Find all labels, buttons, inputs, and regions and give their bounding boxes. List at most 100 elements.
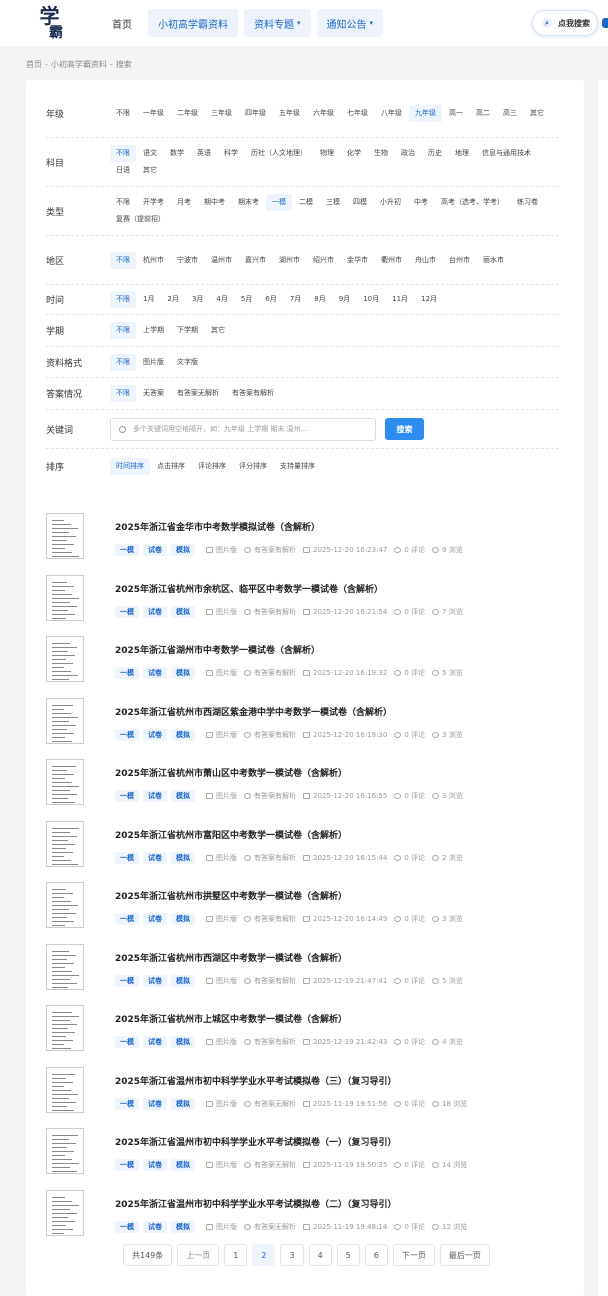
breadcrumb-item[interactable]: 首页 bbox=[26, 60, 42, 69]
document-thumbnail[interactable] bbox=[46, 513, 84, 559]
filter-option-grade[interactable]: 六年级 bbox=[307, 105, 340, 122]
item-tag[interactable]: 一模 bbox=[115, 1159, 139, 1171]
item-title-link[interactable]: 2025年浙江省杭州市西湖区紫金港中学中考数学一模试卷（含解析） bbox=[115, 707, 463, 720]
filter-option-time[interactable]: 4月 bbox=[210, 291, 233, 308]
pagination-page[interactable]: 5 bbox=[336, 1244, 360, 1266]
item-tag[interactable]: 模拟 bbox=[171, 851, 195, 864]
pagination-page[interactable]: 2 bbox=[252, 1244, 276, 1266]
filter-option-answer[interactable]: 有答案无解析 bbox=[171, 385, 225, 402]
filter-option-region[interactable]: 金华市 bbox=[341, 252, 374, 269]
breadcrumb-item[interactable]: 小初高学霸资料 bbox=[51, 60, 107, 69]
filter-option-subject[interactable]: 化学 bbox=[341, 145, 367, 162]
item-tag[interactable]: 试卷 bbox=[143, 1097, 167, 1110]
item-tag[interactable]: 一模 bbox=[115, 1097, 139, 1110]
item-title-link[interactable]: 2025年浙江省温州市初中科学学业水平考试模拟卷（三）（复习导引） bbox=[115, 1076, 467, 1089]
filter-option-sort[interactable]: 点击排序 bbox=[151, 458, 191, 475]
item-tag[interactable]: 模拟 bbox=[171, 1159, 195, 1171]
item-title-link[interactable]: 2025年浙江省杭州市上城区中考数学一模试卷（含解析） bbox=[115, 1014, 463, 1027]
document-thumbnail[interactable] bbox=[46, 1189, 84, 1236]
filter-option-type[interactable]: 高考（选考、学考） bbox=[435, 194, 510, 211]
filter-option-type[interactable]: 期末考 bbox=[232, 194, 265, 211]
item-title-link[interactable]: 2025年浙江省杭州市西湖区中考数学一模试卷（含解析） bbox=[115, 953, 463, 966]
filter-option-type[interactable]: 二模 bbox=[293, 194, 319, 211]
filter-option-time[interactable]: 7月 bbox=[284, 291, 307, 308]
document-thumbnail[interactable] bbox=[46, 882, 84, 928]
filter-option-grade[interactable]: 高三 bbox=[497, 105, 523, 122]
item-title-link[interactable]: 2025年浙江省杭州市拱墅区中考数学一模试卷（含解析） bbox=[115, 891, 463, 904]
nav-materials[interactable]: 小初高学霸资料 bbox=[148, 9, 238, 37]
filter-option-type[interactable]: 三模 bbox=[320, 194, 346, 211]
filter-option-time[interactable]: 8月 bbox=[308, 291, 331, 308]
pagination-next[interactable]: 下一页 bbox=[392, 1244, 435, 1266]
filter-option-region[interactable]: 湖州市 bbox=[273, 252, 306, 269]
item-tag[interactable]: 试卷 bbox=[143, 1036, 167, 1048]
filter-option-grade[interactable]: 九年级 bbox=[409, 105, 442, 122]
filter-option-subject[interactable]: 政治 bbox=[395, 145, 421, 162]
filter-option-subject[interactable]: 其它 bbox=[137, 162, 163, 179]
filter-option-answer[interactable]: 无答案 bbox=[137, 385, 170, 402]
filter-option-region[interactable]: 温州市 bbox=[205, 252, 238, 269]
item-tag[interactable]: 模拟 bbox=[171, 974, 195, 987]
filter-option-subject[interactable]: 日语 bbox=[110, 162, 136, 179]
filter-option-subject[interactable]: 地理 bbox=[449, 145, 475, 162]
filter-option-type[interactable]: 开学考 bbox=[137, 194, 170, 211]
filter-option-region[interactable]: 不限 bbox=[110, 251, 136, 269]
filter-option-type[interactable]: 一模 bbox=[266, 194, 292, 211]
filter-option-type[interactable]: 练习卷 bbox=[511, 194, 544, 211]
filter-option-grade[interactable]: 其它 bbox=[524, 105, 550, 122]
keyword-search-button[interactable]: 搜索 bbox=[385, 418, 424, 440]
filter-option-grade[interactable]: 三年级 bbox=[205, 105, 238, 122]
pagination-page[interactable]: 4 bbox=[308, 1244, 332, 1266]
filter-option-region[interactable]: 舟山市 bbox=[409, 252, 442, 269]
pagination-last[interactable]: 最后一页 bbox=[439, 1244, 490, 1266]
filter-option-sort[interactable]: 评论排序 bbox=[192, 458, 232, 475]
pagination-page[interactable]: 6 bbox=[364, 1244, 388, 1266]
nav-home[interactable]: 首页 bbox=[102, 9, 142, 37]
filter-option-term[interactable]: 下学期 bbox=[171, 322, 204, 339]
filter-option-grade[interactable]: 高一 bbox=[443, 105, 469, 122]
item-tag[interactable]: 一模 bbox=[115, 974, 139, 987]
filter-option-grade[interactable]: 二年级 bbox=[171, 105, 204, 122]
filter-option-format[interactable]: 图片版 bbox=[137, 354, 170, 371]
item-title-link[interactable]: 2025年浙江省金华市中考数学模拟试卷（含解析） bbox=[115, 522, 463, 535]
item-tag[interactable]: 试卷 bbox=[143, 728, 167, 741]
document-thumbnail[interactable] bbox=[46, 759, 84, 805]
filter-option-grade[interactable]: 七年级 bbox=[341, 105, 374, 122]
item-title-link[interactable]: 2025年浙江省杭州市余杭区、临平区中考数学一模试卷（含解析） bbox=[115, 584, 463, 597]
filter-option-grade[interactable]: 不限 bbox=[110, 105, 136, 122]
filter-option-subject[interactable]: 英语 bbox=[191, 145, 217, 162]
filter-option-answer[interactable]: 不限 bbox=[110, 385, 136, 402]
filter-option-term[interactable]: 其它 bbox=[205, 322, 231, 339]
item-tag[interactable]: 模拟 bbox=[171, 605, 195, 618]
item-tag[interactable]: 试卷 bbox=[143, 851, 167, 864]
pagination-page[interactable]: 1 bbox=[224, 1244, 248, 1266]
item-tag[interactable]: 试卷 bbox=[143, 667, 167, 679]
filter-option-type[interactable]: 中考 bbox=[408, 194, 434, 211]
item-title-link[interactable]: 2025年浙江省湖州市中考数学一模试卷（含解析） bbox=[115, 645, 463, 658]
filter-option-type[interactable]: 不限 bbox=[110, 194, 136, 211]
filter-option-format[interactable]: 文字版 bbox=[171, 354, 204, 371]
filter-option-region[interactable]: 绍兴市 bbox=[307, 252, 340, 269]
filter-option-time[interactable]: 3月 bbox=[186, 291, 209, 308]
item-title-link[interactable]: 2025年浙江省温州市初中科学学业水平考试模拟卷（二）（复习导引） bbox=[115, 1199, 467, 1212]
item-tag[interactable]: 试卷 bbox=[143, 1159, 167, 1171]
filter-option-grade[interactable]: 一年级 bbox=[137, 105, 170, 122]
filter-option-subject[interactable]: 科学 bbox=[218, 145, 244, 162]
header-search-button[interactable]: ⌕ 点我搜索 bbox=[532, 10, 598, 36]
filter-option-grade[interactable]: 八年级 bbox=[375, 105, 408, 122]
filter-option-subject[interactable]: 语文 bbox=[137, 145, 163, 162]
item-tag[interactable]: 试卷 bbox=[143, 605, 167, 618]
filter-option-time[interactable]: 不限 bbox=[110, 291, 136, 308]
filter-option-type[interactable]: 月考 bbox=[171, 194, 197, 211]
filter-option-subject[interactable]: 生物 bbox=[368, 145, 394, 162]
pagination-prev[interactable]: 上一页 bbox=[177, 1244, 220, 1266]
filter-option-subject[interactable]: 历史 bbox=[422, 145, 448, 162]
document-thumbnail[interactable] bbox=[46, 820, 84, 867]
filter-option-term[interactable]: 不限 bbox=[110, 322, 136, 339]
filter-option-time[interactable]: 12月 bbox=[415, 291, 443, 308]
filter-option-type[interactable]: 期中考 bbox=[198, 194, 231, 211]
site-logo[interactable]: 学 霸 bbox=[24, 3, 74, 43]
item-tag[interactable]: 一模 bbox=[115, 544, 139, 556]
filter-option-time[interactable]: 1月 bbox=[137, 291, 160, 308]
filter-option-format[interactable]: 不限 bbox=[110, 353, 136, 371]
